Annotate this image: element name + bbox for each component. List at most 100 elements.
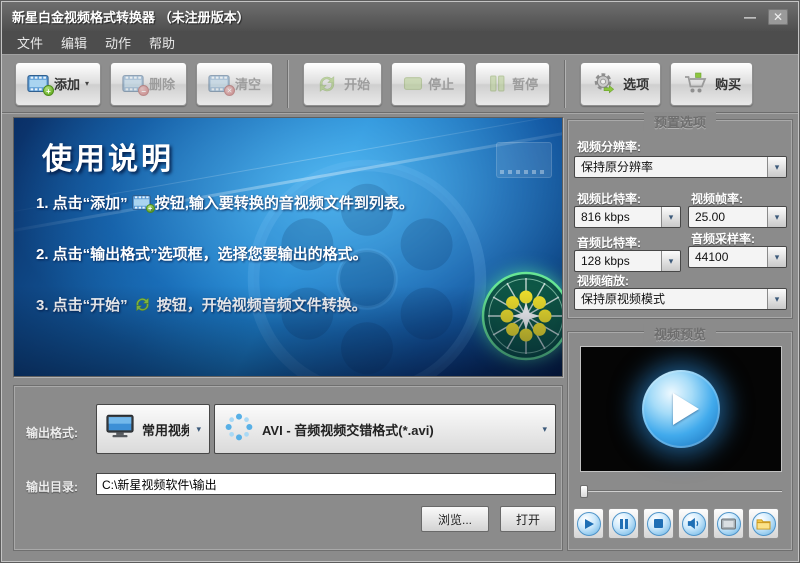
- chevron-down-icon: ▾: [661, 207, 680, 227]
- video-resolution-label: 视频分辨率:: [577, 138, 641, 155]
- open-button[interactable]: 打开: [500, 506, 556, 532]
- menu-item-edit[interactable]: 编辑: [52, 31, 96, 54]
- preview-mute-button[interactable]: [678, 508, 709, 539]
- video-bitrate-dropdown[interactable]: 816 kbps ▾: [574, 206, 681, 228]
- video-preview-group: 视频预览: [567, 331, 793, 551]
- menu-item-help[interactable]: 帮助: [140, 31, 184, 54]
- preview-seek-slider[interactable]: [580, 484, 782, 498]
- menu-item-file[interactable]: 文件: [8, 31, 52, 54]
- output-format-value: AVI - 音频视频交错格式(*.avi): [262, 420, 434, 439]
- delete-button[interactable]: − 删除: [110, 62, 187, 106]
- start-button-label: 开始: [344, 74, 370, 93]
- output-dir-label: 输出目录:: [26, 478, 78, 495]
- output-format-label: 输出格式:: [26, 424, 78, 441]
- menu-item-action[interactable]: 动作: [96, 31, 140, 54]
- output-dir-input[interactable]: [96, 473, 556, 495]
- film-strip-watermark: [496, 142, 552, 178]
- audio-bitrate-value: 128 kbps: [575, 251, 661, 271]
- video-bitrate-label: 视频比特率:: [577, 190, 641, 207]
- preview-play-button[interactable]: [573, 508, 604, 539]
- add-button[interactable]: + 添加 ▾: [15, 62, 101, 106]
- film-reel-watermark: [242, 154, 492, 377]
- buy-button[interactable]: 购买: [670, 62, 753, 106]
- window-title: 新星白金视频格式转换器 （未注册版本）: [12, 7, 250, 26]
- options-button[interactable]: 选项: [580, 62, 661, 106]
- play-icon: [673, 393, 699, 425]
- open-button-label: 打开: [516, 511, 540, 528]
- preview-snapshot-button[interactable]: [713, 508, 744, 539]
- video-framerate-label: 视频帧率:: [691, 190, 743, 207]
- film-add-icon: +: [27, 75, 49, 92]
- format-category-value: 常用视频: [142, 420, 189, 439]
- instruction-step-1: 1. 点击“添加” + 按钮,输入要转换的音视频文件到列表。: [36, 192, 414, 213]
- refresh-start-icon: [315, 73, 339, 95]
- video-resolution-dropdown[interactable]: 保持原分辨率 ▾: [574, 156, 787, 178]
- video-bitrate-value: 816 kbps: [575, 207, 661, 227]
- output-format-dropdown[interactable]: AVI - 音频视频交错格式(*.avi) ▾: [214, 404, 556, 454]
- preset-group-title: 预置选项: [644, 112, 716, 131]
- audio-samplerate-label: 音频采样率:: [691, 230, 755, 247]
- monitor-icon: [105, 413, 135, 445]
- speaker-icon: [682, 512, 706, 536]
- audio-samplerate-value: 44100: [689, 247, 767, 267]
- toolbar-separator: [287, 60, 289, 108]
- snapshot-icon: [717, 512, 741, 536]
- preview-pause-button[interactable]: [608, 508, 639, 539]
- avi-format-icon: [223, 411, 255, 448]
- pause-icon: [487, 75, 507, 92]
- audio-samplerate-dropdown[interactable]: 44100 ▾: [688, 246, 787, 268]
- video-scale-dropdown[interactable]: 保持原视频模式 ▾: [574, 288, 787, 310]
- stop-icon: [647, 512, 671, 536]
- preview-group-title: 视频预览: [644, 324, 716, 343]
- pause-button-label: 暂停: [512, 74, 538, 93]
- video-scale-value: 保持原视频模式: [575, 289, 767, 309]
- instruction-step-3: 3. 点击“开始” 按钮，开始视频音频文件转换。: [36, 294, 367, 315]
- audio-bitrate-dropdown[interactable]: 128 kbps ▾: [574, 250, 681, 272]
- folder-icon: [752, 512, 776, 536]
- video-scale-label: 视频缩放:: [577, 272, 629, 289]
- banner-title: 使用说明: [42, 134, 174, 178]
- slider-track: [580, 490, 782, 492]
- close-icon: ✕: [773, 10, 783, 24]
- chevron-down-icon: ▾: [85, 79, 89, 88]
- add-button-label: 添加: [54, 74, 80, 93]
- clear-button-label: 清空: [235, 74, 261, 93]
- clear-button[interactable]: ✕ 清空: [196, 62, 273, 106]
- minimize-icon: —: [744, 10, 756, 24]
- stop-button[interactable]: 停止: [391, 62, 466, 106]
- video-preview-screen: [580, 346, 782, 472]
- preview-stop-button[interactable]: [643, 508, 674, 539]
- lime-wheel-logo: [480, 270, 563, 362]
- preview-open-folder-button[interactable]: [748, 508, 779, 539]
- video-resolution-value: 保持原分辨率: [575, 157, 767, 177]
- buy-button-label: 购买: [715, 74, 741, 93]
- preset-options-group: 预置选项 视频分辨率: 保持原分辨率 ▾ 视频比特率: 视频帧率: 816 kb…: [567, 119, 793, 319]
- audio-bitrate-label: 音频比特率:: [577, 234, 641, 251]
- play-icon: [577, 512, 601, 536]
- format-category-dropdown[interactable]: 常用视频 ▾: [96, 404, 210, 454]
- titlebar: 新星白金视频格式转换器 （未注册版本） — ✕: [2, 2, 798, 31]
- video-framerate-dropdown[interactable]: 25.00 ▾: [688, 206, 787, 228]
- stop-icon: [403, 75, 423, 92]
- playback-controls: [573, 508, 779, 539]
- stop-button-label: 停止: [428, 74, 454, 93]
- options-button-label: 选项: [623, 74, 649, 93]
- output-settings-group: 输出格式: 常用视频 ▾ AVI - 音频视频交错格式(*.avi) ▾ 输出目…: [13, 385, 563, 551]
- close-button[interactable]: ✕: [768, 9, 788, 25]
- pause-icon: [612, 512, 636, 536]
- app-window: 新星白金视频格式转换器 （未注册版本） — ✕ 文件 编辑 动作 帮助 + 添加…: [0, 0, 800, 563]
- video-framerate-value: 25.00: [689, 207, 767, 227]
- toolbar: + 添加 ▾ − 删除 ✕ 清空 开始: [2, 54, 798, 113]
- chevron-down-icon: ▾: [196, 425, 201, 434]
- start-button[interactable]: 开始: [303, 62, 382, 106]
- pause-button[interactable]: 暂停: [475, 62, 550, 106]
- browse-button[interactable]: 浏览...: [421, 506, 489, 532]
- film-clear-icon: ✕: [208, 75, 230, 92]
- minimize-button[interactable]: —: [740, 9, 760, 25]
- chevron-down-icon: ▾: [767, 289, 786, 309]
- toolbar-separator: [564, 60, 566, 108]
- play-logo: [642, 370, 720, 448]
- chevron-down-icon: ▾: [767, 157, 786, 177]
- slider-thumb[interactable]: [580, 485, 588, 498]
- chevron-down-icon: ▾: [767, 247, 786, 267]
